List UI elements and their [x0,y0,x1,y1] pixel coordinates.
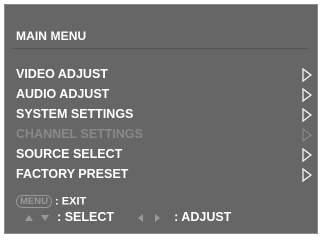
submenu-arrow-icon [302,168,312,182]
submenu-arrow-icon [302,148,312,162]
adjust-hint-label: : ADJUST [174,210,232,224]
menu-key-icon: MENU [16,195,52,208]
menu-item-video-adjust[interactable]: VIDEO ADJUST [16,65,316,85]
submenu-arrow-icon [302,128,312,142]
menu-item-label: CHANNEL SETTINGS [16,127,143,141]
title-divider [12,48,309,49]
footer-nav-hint: : SELECT : ADJUST [16,210,231,224]
menu-item-system-settings[interactable]: SYSTEM SETTINGS [16,105,316,125]
menu-item-audio-adjust[interactable]: AUDIO ADJUST [16,85,316,105]
menu-title: MAIN MENU [16,29,87,43]
menu-item-channel-settings: CHANNEL SETTINGS [16,125,316,145]
main-menu-list: VIDEO ADJUST AUDIO ADJUST SYSTEM SETTING… [16,65,316,185]
menu-item-label: SYSTEM SETTINGS [16,107,134,121]
left-right-arrows-icon [138,214,161,223]
menu-item-factory-preset[interactable]: FACTORY PRESET [16,165,316,185]
submenu-arrow-icon [302,68,312,82]
select-hint-label: : SELECT [57,210,115,224]
footer-exit-hint: MENU : EXIT [16,195,86,208]
menu-item-label: SOURCE SELECT [16,147,123,161]
menu-item-label: FACTORY PRESET [16,167,129,181]
submenu-arrow-icon [302,108,312,122]
up-down-arrows-icon [25,215,49,222]
exit-hint-label: : EXIT [55,195,87,208]
menu-item-label: VIDEO ADJUST [16,67,108,81]
submenu-arrow-icon [302,88,312,102]
menu-item-label: AUDIO ADJUST [16,87,110,101]
osd-main-menu-panel: MAIN MENU VIDEO ADJUST AUDIO ADJUST SYST… [4,4,318,234]
menu-item-source-select[interactable]: SOURCE SELECT [16,145,316,165]
